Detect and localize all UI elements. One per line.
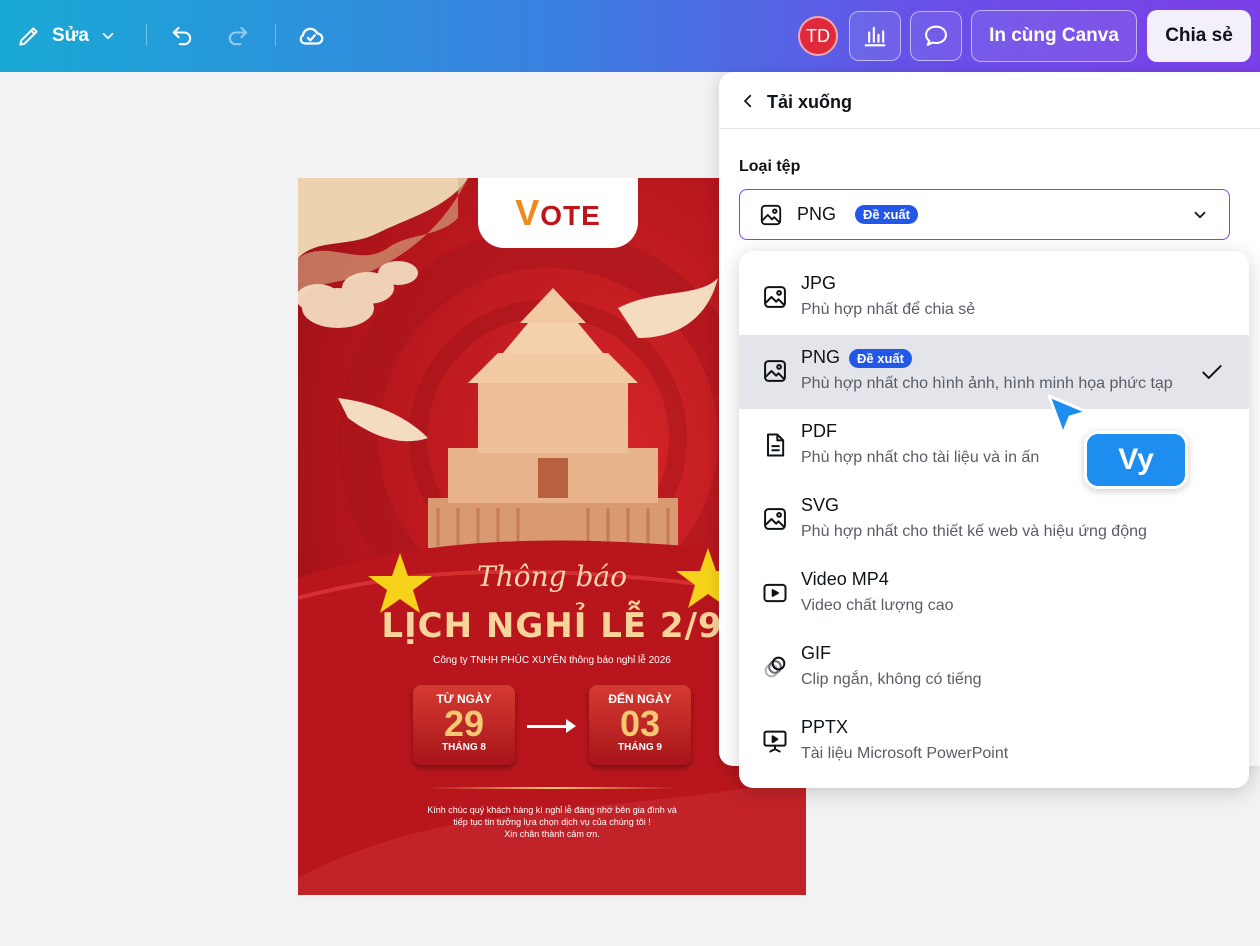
option-pptx[interactable]: PPTX Tài liệu Microsoft PowerPoint: [739, 705, 1249, 779]
option-description: Clip ngắn, không có tiếng: [801, 671, 982, 688]
option-gif[interactable]: GIF Clip ngắn, không có tiếng: [739, 631, 1249, 705]
back-button[interactable]: [739, 92, 757, 110]
option-name: Video MP4: [801, 569, 889, 589]
file-type-label: Loại tệp: [739, 158, 801, 175]
comment-icon: [925, 25, 947, 46]
logo-letter: V: [515, 192, 541, 233]
cloud-check-icon: [299, 27, 324, 45]
poster-footer-line: tiếp tục tin tưởng lựa chọn dịch vụ của …: [453, 817, 651, 827]
redo-button[interactable]: [222, 20, 254, 52]
recommended-badge: Đề xuất: [855, 205, 918, 224]
top-toolbar: Sửa TD In cùng Canva Chia sẻ: [0, 0, 1260, 72]
gold-divider: [428, 787, 678, 789]
chevron-left-icon: [744, 94, 752, 108]
option-svg[interactable]: SVG Phù hợp nhất cho thiết kế web và hiệ…: [739, 483, 1249, 557]
vote-logo: VOTE: [478, 178, 638, 248]
cloud-save-button[interactable]: [294, 19, 328, 53]
edit-menu-button[interactable]: Sửa: [16, 18, 117, 54]
video-icon: [763, 583, 787, 603]
redo-icon: [228, 26, 248, 46]
option-description: Tài liệu Microsoft PowerPoint: [801, 745, 1009, 762]
option-name: GIF: [801, 643, 831, 663]
comments-button[interactable]: [910, 11, 962, 61]
to-date-day: 03: [619, 703, 661, 744]
pencil-icon: [19, 27, 38, 46]
image-icon: [764, 508, 786, 530]
undo-button[interactable]: [166, 20, 198, 52]
gif-icon: [764, 656, 786, 678]
collaborator-name-tag: Vy: [1084, 431, 1188, 489]
option-description: Phù hợp nhất cho thiết kế web và hiệu ứn…: [801, 523, 1147, 540]
to-date-box: ĐẾN NGÀY 03 THÁNG 9: [589, 685, 691, 765]
share-button[interactable]: Chia sẻ: [1147, 10, 1251, 62]
poster-footer: Kính chúc quý khách hàng kì nghỉ lễ đáng…: [298, 804, 806, 840]
poster-footer-line: Kính chúc quý khách hàng kì nghỉ lễ đáng…: [427, 805, 677, 815]
avatar[interactable]: TD: [798, 16, 838, 56]
file-type-dropdown: JPG Phù hợp nhất để chia sẻ PNG Đề xuất …: [739, 251, 1249, 788]
undo-icon: [172, 26, 192, 46]
option-name: PPTX: [801, 717, 849, 737]
panel-title: Tải xuống: [767, 92, 852, 112]
option-name: PNG: [801, 347, 841, 367]
option-jpg[interactable]: JPG Phù hợp nhất để chia sẻ: [739, 261, 1249, 335]
document-icon: [767, 433, 785, 457]
from-date-month: THÁNG 8: [442, 742, 486, 753]
checkmark-icon: [1202, 365, 1222, 379]
bar-chart-icon: [864, 26, 886, 47]
from-date-box: TỪ NGÀY 29 THÁNG 8: [413, 685, 515, 765]
option-description: Phù hợp nhất để chia sẻ: [801, 301, 976, 318]
chevron-down-icon: [1194, 211, 1206, 219]
toolbar-divider: [275, 24, 276, 46]
insights-button[interactable]: [849, 11, 901, 61]
poster-footer-line: Xin chân thành cảm ơn.: [504, 829, 600, 839]
panel-header: Tải xuống: [719, 72, 1260, 129]
file-type-select[interactable]: PNG Đề xuất: [739, 189, 1230, 240]
recommended-badge: Đề xuất: [849, 349, 912, 368]
arrow-right-icon: [566, 719, 576, 733]
toolbar-divider: [146, 24, 147, 46]
arrow-line: [527, 725, 569, 728]
logo-text: OTE: [540, 200, 601, 231]
option-name: SVG: [801, 495, 840, 515]
option-name: JPG: [801, 273, 837, 293]
collaborator-cursor-icon: [1047, 394, 1089, 436]
edit-label: Sửa: [52, 25, 89, 46]
image-icon: [764, 286, 786, 308]
option-description: Video chất lượng cao: [801, 597, 954, 614]
file-type-value: PNG: [797, 204, 837, 224]
to-date-month: THÁNG 9: [618, 742, 662, 753]
chevron-down-icon: [102, 32, 114, 40]
image-icon: [760, 204, 782, 226]
option-png[interactable]: PNG Đề xuất Phù hợp nhất cho hình ảnh, h…: [739, 335, 1249, 409]
presentation-icon: [763, 730, 787, 753]
option-description: Phù hợp nhất cho tài liệu và in ấn: [801, 449, 1040, 466]
image-icon: [764, 360, 786, 382]
option-description: Phù hợp nhất cho hình ảnh, hình minh họa…: [801, 375, 1173, 392]
option-name: PDF: [801, 421, 837, 441]
option-mp4[interactable]: Video MP4 Video chất lượng cao: [739, 557, 1249, 631]
print-with-canva-button[interactable]: In cùng Canva: [971, 10, 1137, 62]
from-date-day: 29: [443, 703, 485, 744]
